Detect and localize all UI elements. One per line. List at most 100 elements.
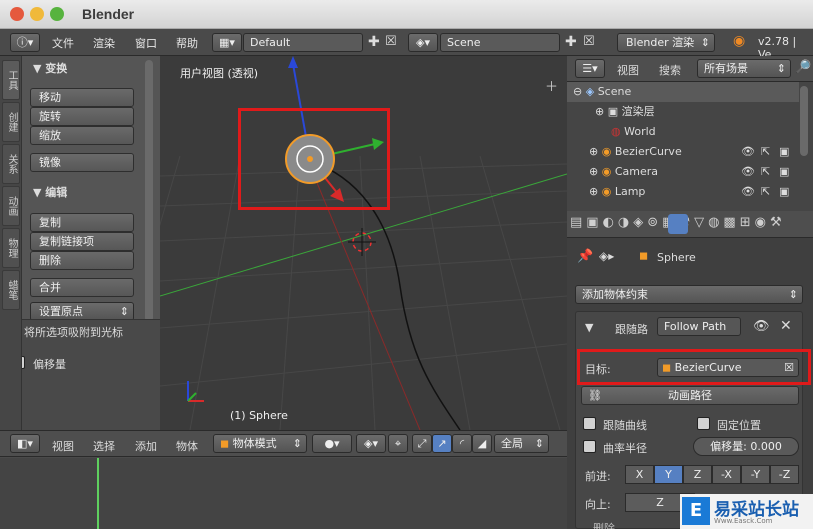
constraints-tab-icon[interactable] xyxy=(668,214,688,234)
constraint-type-field[interactable]: Follow Path xyxy=(657,317,741,336)
3d-viewport[interactable]: 用户视图 (透视) (1) Sphere ＋ xyxy=(160,56,567,430)
forward-z-button[interactable]: Z xyxy=(683,465,712,484)
scene-icon[interactable]: ◈▾ xyxy=(408,33,438,52)
add-constraint-select[interactable]: 添加物体约束 ⇕ xyxy=(575,285,803,304)
render-camera-icon[interactable]: ▣ xyxy=(779,162,789,182)
edit-panel-header[interactable]: ▼ 编辑 xyxy=(33,184,67,200)
layout-icon[interactable]: ▦▾ xyxy=(212,33,242,52)
fixed-position-checkbox[interactable] xyxy=(697,417,710,430)
rotate-button[interactable]: 旋转 xyxy=(30,107,134,126)
forward-neg-y-button[interactable]: -Y xyxy=(741,465,770,484)
menu-render[interactable]: 渲染 xyxy=(93,35,115,51)
timeline-menu-select[interactable]: 选择 xyxy=(93,438,115,454)
tab-create[interactable]: 创建 xyxy=(2,102,20,142)
outliner-row-camera[interactable]: ⊕ ◉ Camera 👁 ⇱ ▣ xyxy=(567,162,799,182)
maximize-window-icon[interactable] xyxy=(50,7,64,21)
forward-neg-x-button[interactable]: -X xyxy=(712,465,741,484)
tab-relations[interactable]: 关系 xyxy=(2,144,20,184)
current-frame-line[interactable] xyxy=(97,458,99,529)
duplicate-button[interactable]: 复制 xyxy=(30,213,134,232)
constraint-visibility-icon[interactable]: 👁 xyxy=(753,319,770,334)
timeline-menu-add[interactable]: 添加 xyxy=(135,438,157,454)
pin-icon[interactable]: 📌 xyxy=(577,249,593,264)
outliner-row-beziercurve[interactable]: ⊕ ◉ BezierCurve 👁 ⇱ ▣ xyxy=(567,142,799,162)
follow-curve-checkbox[interactable] xyxy=(583,417,596,430)
translate-icon[interactable]: ⤢ xyxy=(412,434,432,453)
outliner-row-scene[interactable]: ⊖ ◈ Scene xyxy=(567,82,799,102)
render-engine-select[interactable]: Blender 渲染 ⇕ xyxy=(617,33,715,52)
scale-icon[interactable]: ◜ xyxy=(452,434,472,453)
z-gizmo-arrow-icon[interactable] xyxy=(288,56,298,68)
select-cursor-icon[interactable]: ⇱ xyxy=(761,182,770,198)
outliner-row-lamp[interactable]: ⊕ ◉ Lamp 👁 ⇱ ▣ xyxy=(567,182,799,198)
remove-scene-icon[interactable]: ☒ xyxy=(583,34,595,49)
editor-type-icon[interactable]: ⓘ▾ xyxy=(10,33,40,52)
outliner-menu-search[interactable]: 搜索 xyxy=(659,62,681,78)
close-window-icon[interactable] xyxy=(10,7,24,21)
target-field[interactable]: ◼ BezierCurve ☒ xyxy=(657,358,799,377)
offset-field[interactable]: 偏移量: 0.000 xyxy=(693,437,799,456)
constraint-close-icon[interactable]: ✕ xyxy=(780,318,792,334)
outliner-type-icon[interactable]: ☰▾ xyxy=(575,59,605,78)
menu-help[interactable]: 帮助 xyxy=(176,35,198,51)
remove-layout-icon[interactable]: ☒ xyxy=(385,34,397,49)
outliner-search-icon[interactable]: 🔎 xyxy=(795,60,811,75)
scale-button[interactable]: 缩放 xyxy=(30,126,134,145)
minimize-window-icon[interactable] xyxy=(30,7,44,21)
constraint-collapse-icon[interactable]: ▼ xyxy=(585,321,593,334)
menu-window[interactable]: 窗口 xyxy=(135,35,157,51)
forward-neg-z-button[interactable]: -Z xyxy=(770,465,799,484)
timeline-menu-object[interactable]: 物体 xyxy=(176,438,198,454)
forward-x-button[interactable]: X xyxy=(625,465,654,484)
manipulator-icon[interactable]: ⌖ xyxy=(388,434,408,453)
visibility-eye-icon[interactable]: 👁 xyxy=(741,142,755,162)
viewport-shading-icon[interactable]: ●▾ xyxy=(312,434,352,453)
timeline-track[interactable] xyxy=(0,458,567,529)
scene-field[interactable]: Scene xyxy=(440,33,560,52)
move-button[interactable]: 移动 xyxy=(30,88,134,107)
snap-panel-header[interactable]: ▼ 将所选项吸附到光标 xyxy=(12,324,123,340)
outliner-scrollbar[interactable] xyxy=(800,86,808,156)
forward-y-button[interactable]: Y xyxy=(654,465,683,484)
timeline-menu-view[interactable]: 视图 xyxy=(52,438,74,454)
clear-target-icon[interactable]: ☒ xyxy=(784,359,794,376)
toolshelf-scrollbar[interactable] xyxy=(145,60,153,322)
collapse-icon[interactable]: ⊖ xyxy=(573,85,582,98)
mode-select[interactable]: ◼ 物体模式 ⇕ xyxy=(213,434,307,453)
viewport-plus-icon[interactable]: ＋ xyxy=(545,76,558,95)
outliner-menu-view[interactable]: 视图 xyxy=(617,62,639,78)
tab-animation[interactable]: 动画 xyxy=(2,186,20,226)
menu-file[interactable]: 文件 xyxy=(52,35,74,51)
select-cursor-icon[interactable]: ⇱ xyxy=(761,142,770,162)
outliner-row-world[interactable]: ◍ World xyxy=(567,122,799,142)
expand-icon[interactable]: ⊕ xyxy=(589,185,598,198)
delete-button[interactable]: 删除 xyxy=(30,251,134,270)
outliner-row-renderlayer[interactable]: ⊕ ▣ 渲染层 xyxy=(567,102,799,122)
timeline-type-icon[interactable]: ◧▾ xyxy=(10,434,40,453)
curve-radius-checkbox[interactable] xyxy=(583,440,596,453)
layout-field[interactable]: Default xyxy=(243,33,363,52)
render-camera-icon[interactable]: ▣ xyxy=(779,142,789,162)
select-cursor-icon[interactable]: ⇱ xyxy=(761,162,770,182)
visibility-eye-icon[interactable]: 👁 xyxy=(741,182,755,198)
orientation-select[interactable]: 全局 ⇕ xyxy=(494,434,549,453)
tab-grease-pencil[interactable]: 蜡笔 xyxy=(2,270,20,310)
expand-icon[interactable]: ⊕ xyxy=(589,145,598,158)
tab-tools[interactable]: 工具 xyxy=(2,60,20,100)
transform-panel-header[interactable]: ▼ 变换 xyxy=(33,60,67,76)
rotate-icon[interactable]: ↗ xyxy=(432,434,452,453)
add-layout-icon[interactable]: ✚ xyxy=(368,34,380,50)
outliner-filter-select[interactable]: 所有场景 ⇕ xyxy=(697,59,791,78)
visibility-eye-icon[interactable]: 👁 xyxy=(741,162,755,182)
join-button[interactable]: 合并 xyxy=(30,278,134,297)
add-scene-icon[interactable]: ✚ xyxy=(565,34,577,50)
expand-icon[interactable]: ⊕ xyxy=(589,165,598,178)
render-camera-icon[interactable]: ▣ xyxy=(779,182,789,198)
mirror-button[interactable]: 镜像 xyxy=(30,153,134,172)
pivot-icon[interactable]: ◈▾ xyxy=(356,434,386,453)
expand-icon[interactable]: ⊕ xyxy=(595,105,604,118)
animate-path-button[interactable]: ⛓ 动画路径 xyxy=(581,386,799,405)
duplicate-linked-button[interactable]: 复制链接项 xyxy=(30,232,134,251)
transform-orientation-icon[interactable]: ◢ xyxy=(472,434,492,453)
tab-physics[interactable]: 物理 xyxy=(2,228,20,268)
